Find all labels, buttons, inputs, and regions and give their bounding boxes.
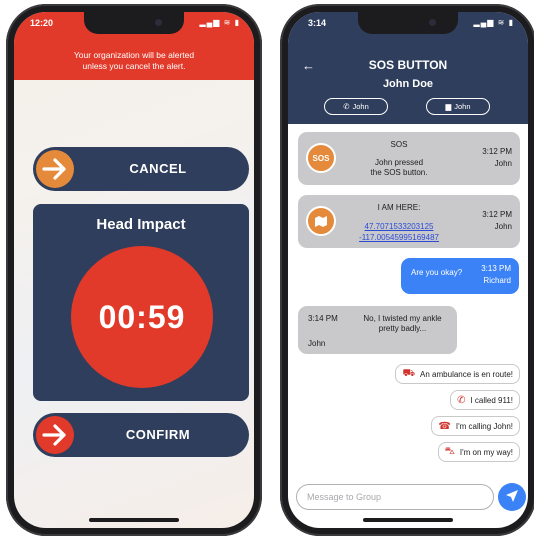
left-phone: 12:20 ▂▄▆ ≋ ▮ Your organization will be …: [6, 4, 262, 536]
home-indicator[interactable]: [89, 518, 179, 522]
camera-icon: [155, 19, 162, 26]
quick-reply-called-911[interactable]: ✆ I called 911!: [450, 390, 520, 410]
message-time: 3:13 PM: [481, 264, 511, 273]
telephone-icon: ☎: [438, 420, 451, 432]
signal-wifi-battery-icon: ▂▄▆ ≋ ▮: [199, 18, 240, 27]
right-phone: 3:14 ▂▄▆ ≋ ▮ ← SOS BUTTON John Doe ✆ Joh…: [280, 4, 534, 536]
right-screen: 3:14 ▂▄▆ ≋ ▮ ← SOS BUTTON John Doe ✆ Joh…: [288, 12, 528, 528]
quick-reply-text: I'm calling John!: [455, 421, 513, 431]
alert-line-2: unless you cancel the alert.: [82, 61, 186, 71]
message-title: SOS: [390, 140, 408, 149]
confirm-button[interactable]: CONFIRM: [33, 413, 249, 457]
stage: 12:20 ▂▄▆ ≋ ▮ Your organization will be …: [0, 0, 534, 538]
left-screen: 12:20 ▂▄▆ ≋ ▮ Your organization will be …: [14, 12, 254, 528]
alert-line-1: Your organization will be alerted: [73, 50, 195, 60]
send-icon: [505, 489, 519, 506]
location-coordinates: 47.7071533203125 -117.00545995169487: [338, 221, 460, 243]
car-icon: ⛍: [444, 445, 455, 457]
signal-wifi-battery-icon: ▂▄▆ ≋ ▮: [473, 18, 514, 27]
chat-pill-label: John: [454, 102, 471, 111]
arrow-right-icon: [36, 416, 74, 454]
quick-reply-text: An ambulance is en route!: [420, 369, 513, 379]
cancel-button[interactable]: CANCEL: [33, 147, 249, 191]
status-time: 12:20: [30, 18, 54, 28]
home-indicator[interactable]: [363, 518, 453, 522]
message-meta: 3:13 PM Richard: [481, 263, 511, 287]
message-bubble: 3:14 PM No, I twisted my ankle pretty ba…: [298, 306, 457, 354]
message-meta: 3:12 PM John: [482, 146, 512, 170]
map-icon: [306, 206, 336, 236]
latitude-link[interactable]: 47.7071533203125: [338, 221, 460, 232]
confirm-label: CONFIRM: [125, 427, 191, 442]
call-pill-label: John: [352, 102, 369, 111]
impact-card: Head Impact 00:59: [33, 204, 249, 401]
camera-icon: [429, 19, 436, 26]
status-time: 3:14: [308, 18, 327, 28]
message-bubble: SOS SOS John pressed the SOS button. 3:1…: [298, 132, 520, 185]
ambulance-icon: ⛟: [402, 367, 416, 379]
alert-message: Your organization will be alerted unless…: [34, 50, 234, 72]
message-text-line-2: pretty badly...: [378, 324, 427, 333]
quick-reply-calling-john[interactable]: ☎ I'm calling John!: [431, 416, 520, 436]
message-text-line-1: No, I twisted my ankle: [363, 314, 442, 323]
message-body: John pressed the SOS button.: [338, 158, 460, 178]
message-time: 3:14 PM: [308, 314, 338, 323]
impact-title: Head Impact: [96, 216, 186, 233]
countdown-timer: 00:59: [71, 246, 213, 388]
page-title: SOS BUTTON: [368, 58, 448, 72]
quick-reply-ambulance[interactable]: ⛟ An ambulance is en route!: [395, 364, 520, 384]
call-john-button[interactable]: ✆ John: [324, 98, 388, 115]
message-title: I AM HERE:: [377, 203, 421, 212]
message-text: No, I twisted my ankle pretty badly...: [354, 314, 451, 334]
message-body-line-2: the SOS button.: [370, 168, 428, 177]
message-text: Are you okay?: [411, 268, 463, 277]
message-bubble-own: Are you okay? 3:13 PM Richard: [401, 258, 519, 294]
message-sender: John: [494, 222, 512, 231]
message-sender: Richard: [483, 276, 511, 285]
longitude-link[interactable]: -117.00545995169487: [338, 232, 460, 243]
quick-reply-text: I'm on my way!: [459, 447, 513, 457]
phone-icon: ✆: [343, 102, 350, 111]
message-input[interactable]: Message to Group: [296, 484, 494, 510]
message-john-button[interactable]: ▆ John: [426, 98, 490, 115]
message-sender: John: [494, 159, 512, 168]
message-time: 3:12 PM: [482, 147, 512, 156]
quick-reply-text: I called 911!: [470, 395, 513, 405]
cancel-label: CANCEL: [129, 161, 187, 176]
contact-name: John Doe: [382, 78, 434, 90]
phone-icon: ✆: [457, 394, 466, 406]
quick-reply-on-my-way[interactable]: ⛍ I'm on my way!: [437, 442, 520, 462]
message-time: 3:12 PM: [482, 210, 512, 219]
sos-badge-icon: SOS: [306, 143, 336, 173]
message-bubble: I AM HERE: 47.7071533203125 -117.0054599…: [298, 195, 520, 248]
arrow-right-icon: [36, 150, 74, 188]
message-body-line-1: John pressed: [374, 158, 424, 167]
notch: [84, 12, 184, 34]
chat-bubble-icon: ▆: [445, 102, 452, 111]
send-button[interactable]: [498, 483, 526, 511]
message-meta: 3:12 PM John: [482, 209, 512, 233]
message-sender: John: [308, 339, 326, 348]
notch: [358, 12, 458, 34]
